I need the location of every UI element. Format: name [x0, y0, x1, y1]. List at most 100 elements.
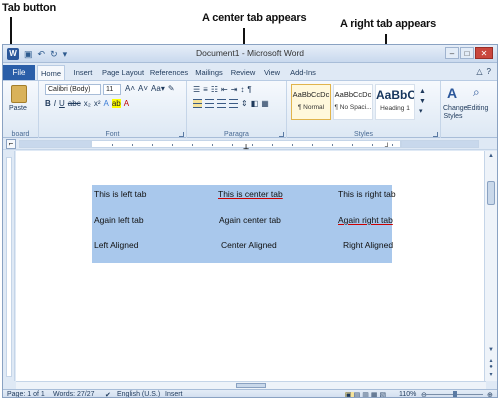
highlight-icon[interactable]: ab	[111, 99, 121, 108]
zoom-in-icon[interactable]: ⊕	[487, 391, 493, 397]
tab-button-callout: Tab button	[2, 2, 56, 14]
horizontal-ruler-row: ⌐ ⊥ ┘	[3, 138, 497, 151]
maximize-button[interactable]: □	[460, 47, 474, 59]
horizontal-scrollbar[interactable]	[16, 381, 486, 389]
status-page[interactable]: Page: 1 of 1	[7, 391, 45, 397]
horizontal-scroll-thumb[interactable]	[236, 383, 266, 388]
text-effects-icon[interactable]: A	[103, 99, 108, 108]
proofing-icon[interactable]: ✔	[105, 391, 111, 397]
zoom-level[interactable]: 110%	[399, 391, 416, 397]
tab-page-layout[interactable]: Page Layout	[101, 65, 145, 80]
clipboard-group: Paste board	[3, 81, 39, 139]
increase-indent-icon[interactable]: ⇥	[231, 85, 238, 94]
print-layout-icon[interactable]: ▣	[345, 392, 354, 397]
shading-icon[interactable]: ◧	[251, 99, 259, 108]
change-styles-button[interactable]: Change Styles	[443, 105, 468, 121]
underline-icon[interactable]: U	[59, 99, 65, 108]
ruler-tick	[352, 144, 353, 146]
tab-review[interactable]: Review	[229, 65, 257, 80]
paragraph-dialog-launcher[interactable]	[279, 132, 284, 137]
vertical-scrollbar[interactable]: ▲ ▼ ▴ ● ▾	[484, 151, 497, 381]
style-normal[interactable]: AaBbCcDc ¶ Normal	[291, 84, 331, 120]
numbering-icon[interactable]: ≡	[203, 85, 208, 94]
subscript-icon[interactable]: x₂	[84, 99, 91, 108]
tab-mailings[interactable]: Mailings	[193, 65, 225, 80]
close-button[interactable]: ✕	[475, 47, 493, 59]
style-heading-1[interactable]: AaBbC Heading 1	[375, 84, 415, 120]
scroll-up-icon[interactable]: ▲	[487, 153, 495, 159]
window-controls: – □ ✕	[445, 47, 493, 59]
help-icon[interactable]: ?	[487, 67, 491, 76]
clear-formatting-icon[interactable]: ✎	[168, 84, 175, 93]
font-format-buttons: B I U abc x₂ x² A ab A	[45, 99, 129, 108]
tab-add-ins[interactable]: Add-Ins	[287, 65, 319, 80]
font-name-box[interactable]: Calibri (Body)	[45, 84, 101, 95]
multilevel-list-icon[interactable]: ☷	[211, 85, 218, 94]
font-color-icon[interactable]: A	[124, 99, 129, 108]
status-bar: Page: 1 of 1 Words: 27/27 ✔ English (U.S…	[3, 389, 497, 397]
minimize-button[interactable]: –	[445, 47, 459, 59]
ruler-tick	[152, 144, 153, 146]
web-layout-icon[interactable]: ▥	[362, 392, 371, 397]
row1-center-text: This is center tab	[218, 189, 283, 199]
scroll-down-icon[interactable]: ▼	[487, 347, 495, 353]
align-center-icon[interactable]	[205, 99, 214, 108]
clipboard-group-label: board	[11, 131, 30, 138]
ribbon-home: Paste board Calibri (Body) 11 A˄ A˅ Aa▾ …	[3, 80, 497, 139]
vertical-scroll-thumb[interactable]	[487, 181, 495, 205]
previous-page-icon[interactable]: ▴	[487, 357, 495, 364]
status-words[interactable]: Words: 27/27	[53, 391, 95, 397]
minimize-ribbon-icon[interactable]: △	[476, 67, 482, 76]
tab-file[interactable]: File	[3, 65, 35, 80]
document-page[interactable]: This is left tab This is center tab This…	[16, 151, 486, 381]
right-tab-callout: A right tab appears	[340, 18, 437, 30]
grow-font-icon[interactable]: A˄	[125, 84, 135, 93]
editing-icon[interactable]: ⌕	[473, 85, 480, 100]
select-browse-object-icon[interactable]: ●	[487, 364, 495, 370]
style-normal-label: ¶ Normal	[297, 104, 325, 111]
font-size-box[interactable]: 11	[103, 84, 121, 95]
justify-icon[interactable]	[229, 99, 238, 108]
strikethrough-icon[interactable]: abc	[68, 99, 81, 108]
style-no-spacing-sample: AaBbCcDc	[334, 90, 372, 99]
paste-button[interactable]: Paste	[9, 105, 27, 112]
status-language[interactable]: English (U.S.)	[117, 391, 160, 397]
tab-insert[interactable]: Insert	[69, 65, 97, 80]
tab-references[interactable]: References	[149, 65, 189, 80]
line-spacing-icon[interactable]: ⇕	[241, 99, 248, 108]
styles-dialog-launcher[interactable]	[433, 132, 438, 137]
outline-icon[interactable]: ▦	[371, 392, 380, 397]
style-no-spacing[interactable]: AaBbCcDc ¶ No Spaci...	[333, 84, 373, 120]
next-page-icon[interactable]: ▾	[487, 371, 495, 378]
shrink-font-icon[interactable]: A˅	[138, 84, 148, 93]
tab-home[interactable]: Home	[37, 65, 65, 80]
horizontal-ruler[interactable]: ⊥ ┘	[91, 140, 401, 151]
status-mode[interactable]: Insert	[165, 391, 183, 397]
bullets-icon[interactable]: ☰	[193, 85, 200, 94]
italic-icon[interactable]: I	[54, 99, 56, 108]
styles-scroll-icon[interactable]: ▲ ▼ ▾	[419, 87, 426, 117]
font-dialog-launcher[interactable]	[179, 132, 184, 137]
alignment-buttons: ⇕ ◧ ▦	[193, 99, 269, 108]
full-screen-reading-icon[interactable]: ▤	[354, 392, 363, 397]
tab-view[interactable]: View	[261, 65, 283, 80]
show-marks-icon[interactable]: ¶	[247, 85, 251, 94]
ruler-tick	[312, 144, 313, 146]
borders-icon[interactable]: ▦	[261, 99, 269, 108]
zoom-slider-thumb[interactable]	[453, 391, 457, 397]
change-case-icon[interactable]: Aa▾	[151, 84, 165, 93]
align-right-icon[interactable]	[217, 99, 226, 108]
change-styles-icon[interactable]: A	[447, 85, 457, 101]
draft-icon[interactable]: ▧	[380, 392, 389, 397]
bold-icon[interactable]: B	[45, 99, 51, 108]
align-left-icon[interactable]	[193, 99, 202, 108]
row3-center-text: Center Aligned	[221, 240, 277, 250]
styles-group-label: Styles	[353, 131, 374, 138]
decrease-indent-icon[interactable]: ⇤	[221, 85, 228, 94]
paste-icon[interactable]	[11, 85, 27, 103]
superscript-icon[interactable]: x²	[94, 99, 101, 108]
editing-button[interactable]: Editing	[467, 105, 488, 112]
sort-icon[interactable]: ↕	[240, 85, 244, 94]
tab-selector-button[interactable]: ⌐	[6, 139, 16, 149]
ruler-tick	[112, 144, 113, 146]
